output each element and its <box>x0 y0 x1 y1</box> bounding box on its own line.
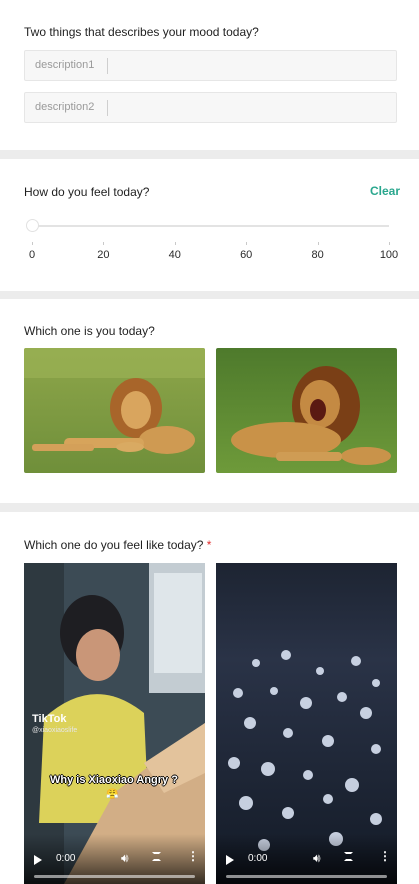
slider-tick <box>103 242 105 245</box>
volume-icon[interactable]: 🔊︎ <box>121 851 129 866</box>
slider-tick-label: 20 <box>97 249 110 261</box>
lion-roaring-image <box>216 348 397 473</box>
volume-icon[interactable]: 🔊︎ <box>313 851 321 866</box>
question-title-text: Which one do you feel like today? <box>24 538 204 552</box>
slider-tick <box>32 242 33 245</box>
video-controls: 0:00 🔊︎ ⋮ <box>24 834 205 884</box>
fullscreen-icon[interactable] <box>344 852 353 861</box>
description1-placeholder: description1 <box>35 59 95 71</box>
text-cursor <box>107 100 108 116</box>
lion-lying-image <box>24 348 205 473</box>
lion-lying-image-option[interactable] <box>24 348 205 473</box>
tiktok-handle: @xiaoxiaoslife <box>32 727 78 734</box>
more-options-icon[interactable]: ⋮ <box>187 850 199 862</box>
slider-tick <box>174 242 176 245</box>
slider-tick-label: 100 <box>379 249 399 261</box>
lion-roaring-image-option[interactable] <box>216 348 397 473</box>
video-time: 0:00 <box>248 853 268 864</box>
play-icon[interactable] <box>34 855 42 865</box>
slider-tick <box>246 242 248 245</box>
question-card-mood-descriptions: Two things that describes your mood toda… <box>0 0 419 150</box>
description2-placeholder: description2 <box>35 101 95 113</box>
slider-thumb[interactable] <box>26 219 39 232</box>
text-cursor <box>107 58 108 74</box>
video-time: 0:00 <box>56 853 76 864</box>
play-icon[interactable] <box>226 855 234 865</box>
fullscreen-icon[interactable] <box>152 852 161 861</box>
video-progress-bar[interactable] <box>226 875 387 878</box>
more-options-icon[interactable]: ⋮ <box>379 850 391 862</box>
slider-tick-label: 80 <box>311 249 324 261</box>
slider-tick-label: 0 <box>28 249 36 261</box>
required-marker: * <box>206 538 212 552</box>
tiktok-watermark: TikTok <box>32 713 67 725</box>
angry-emoji-icon: 😤 <box>106 789 119 800</box>
video-option-1[interactable]: TikTok @xiaoxiaoslife Why is Xiaoxiao An… <box>24 563 205 884</box>
slider-tick <box>317 242 319 245</box>
video-caption: Why is Xiaoxiao Angry ? <box>50 774 178 786</box>
question-title: Two things that describes your mood toda… <box>24 25 259 39</box>
question-title: Which one do you feel like today? * <box>24 538 211 552</box>
description1-field[interactable]: description1 <box>24 50 397 81</box>
question-title: Which one is you today? <box>24 324 155 338</box>
question-title: How do you feel today? <box>24 185 150 199</box>
slider-track[interactable] <box>32 225 389 227</box>
slider-tick-label: 60 <box>240 249 253 261</box>
video-progress-bar[interactable] <box>34 875 195 878</box>
description2-field[interactable]: description2 <box>24 92 397 123</box>
video-option-2[interactable]: 0:00 🔊︎ ⋮ <box>216 563 397 884</box>
slider-tick <box>389 242 390 245</box>
slider-tick-label: 40 <box>168 249 181 261</box>
clear-button[interactable]: Clear <box>370 184 400 198</box>
video-controls: 0:00 🔊︎ ⋮ <box>216 834 397 884</box>
